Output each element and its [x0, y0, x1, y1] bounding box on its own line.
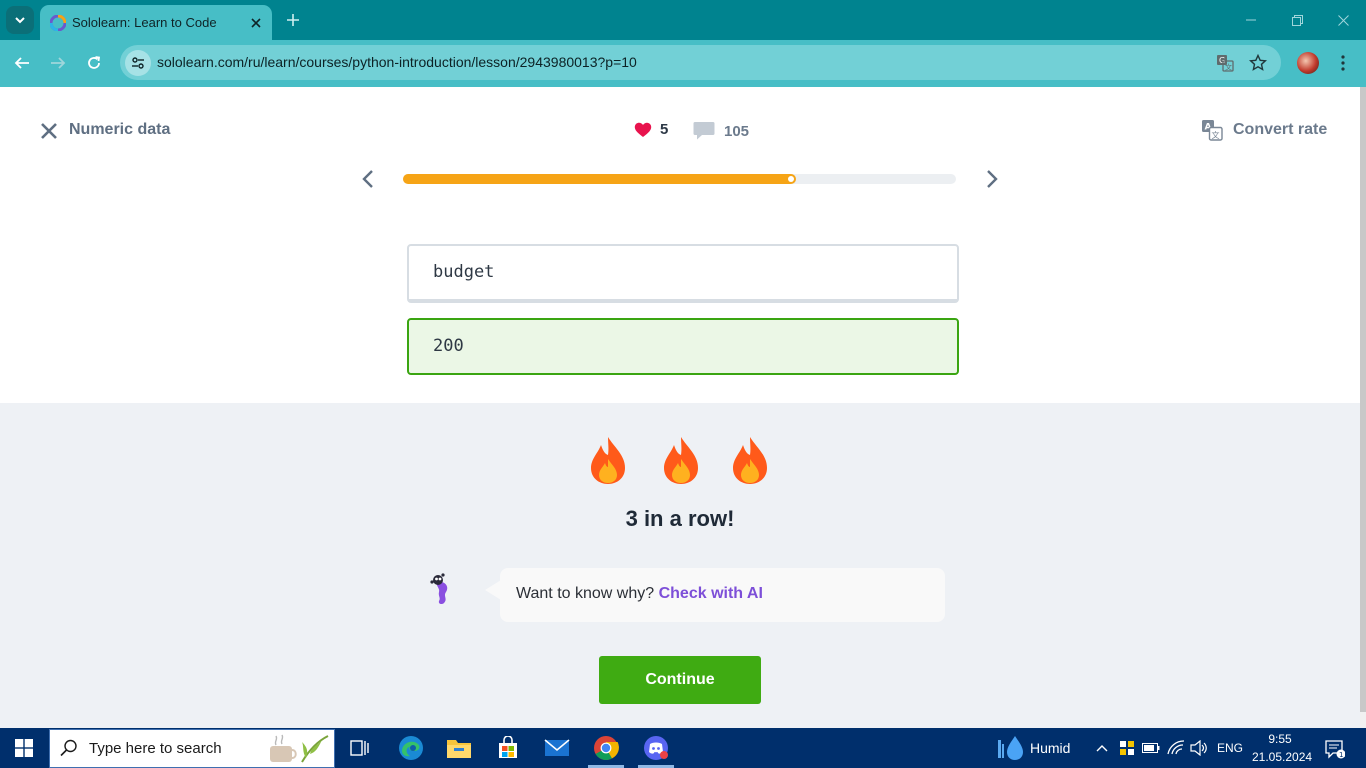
tray-overflow-button[interactable] — [1092, 738, 1112, 758]
mail-icon[interactable] — [542, 733, 572, 763]
windows-logo-icon — [15, 739, 33, 757]
continue-button[interactable]: Continue — [599, 656, 761, 704]
clock-time[interactable]: 9:55 — [1256, 732, 1304, 746]
close-window-button[interactable] — [1320, 0, 1366, 40]
new-tab-button[interactable] — [282, 9, 304, 31]
task-view-icon[interactable] — [345, 733, 375, 763]
notification-center-button[interactable]: 1 — [1322, 736, 1348, 762]
wifi-icon[interactable] — [1166, 738, 1186, 758]
profile-avatar[interactable] — [1297, 52, 1319, 74]
hearts-count: 5 — [660, 121, 669, 138]
back-button[interactable] — [8, 49, 36, 77]
check-with-ai-link[interactable]: Check with AI — [659, 585, 763, 602]
svg-text:文: 文 — [1225, 63, 1232, 72]
ai-mascot-icon — [430, 573, 448, 605]
tab-close-button[interactable] — [244, 11, 268, 35]
close-icon — [1337, 14, 1349, 26]
arrow-left-icon — [14, 57, 29, 69]
ai-hint-text: Want to know why? Check with AI — [516, 585, 763, 603]
comments-button[interactable]: 105 — [693, 121, 749, 141]
restore-icon — [1291, 14, 1303, 26]
file-explorer-icon[interactable] — [444, 733, 474, 763]
chevron-down-icon — [15, 17, 25, 24]
svg-text:文: 文 — [1212, 130, 1220, 140]
input-language[interactable]: ENG — [1217, 741, 1243, 755]
bookmark-button[interactable] — [1247, 52, 1269, 74]
store-icon[interactable] — [493, 733, 523, 763]
reload-icon — [88, 56, 101, 69]
next-step-button[interactable] — [980, 167, 1004, 191]
humidity-icon — [998, 736, 1023, 760]
code-snippet-box: budget — [407, 244, 959, 303]
translate-icon: G文 — [1217, 55, 1234, 72]
tune-icon — [132, 57, 144, 69]
forward-button[interactable] — [44, 49, 72, 77]
reload-button[interactable] — [80, 49, 108, 77]
minimize-button[interactable] — [1228, 0, 1274, 40]
arrow-right-icon — [51, 57, 66, 69]
hearts-counter: 5 — [634, 121, 668, 138]
correct-answer-box: 200 — [407, 318, 959, 375]
streak-text: 3 in a row! — [625, 506, 735, 531]
convert-rate-button[interactable]: A文 Convert rate — [1201, 119, 1327, 141]
clock-date[interactable]: 21.05.2024 — [1252, 750, 1312, 764]
flame-icon — [664, 437, 698, 484]
translate-button[interactable]: G文 — [1214, 52, 1236, 74]
lesson-progress-fill — [403, 174, 796, 184]
volume-icon[interactable] — [1189, 738, 1209, 758]
browser-tab[interactable]: Sololearn: Learn to Code — [40, 5, 272, 40]
close-lesson-button[interactable] — [38, 120, 60, 142]
discord-icon[interactable] — [641, 733, 671, 763]
lesson-progress-bar — [403, 174, 956, 184]
minimize-icon — [1246, 19, 1256, 21]
chevron-left-icon — [362, 170, 373, 188]
tab-search-button[interactable] — [6, 6, 34, 34]
browser-menu-button[interactable] — [1332, 52, 1354, 74]
lesson-progress-marker — [788, 176, 794, 182]
ai-bubble-tail — [485, 580, 501, 600]
code-text: budget — [433, 262, 495, 282]
url-text[interactable]: sololearn.com/ru/learn/courses/python-in… — [157, 54, 637, 70]
close-icon — [41, 123, 57, 139]
site-info-button[interactable] — [125, 50, 151, 76]
security-tray-icon[interactable] — [1117, 738, 1137, 758]
start-button[interactable] — [0, 728, 48, 768]
sololearn-favicon-icon — [50, 14, 66, 31]
star-icon — [1249, 54, 1267, 71]
search-placeholder: Type here to search — [89, 740, 222, 757]
battery-icon[interactable] — [1141, 738, 1161, 758]
lesson-title: Numeric data — [69, 121, 171, 138]
more-vert-icon — [1341, 55, 1345, 71]
convert-rate-label: Convert rate — [1233, 121, 1328, 138]
chrome-icon[interactable] — [591, 733, 621, 763]
close-icon — [251, 17, 261, 28]
flame-icon — [591, 437, 625, 484]
weather-text[interactable]: Humid — [1030, 740, 1070, 756]
plus-icon — [287, 14, 299, 26]
notification-icon: 1 — [1325, 740, 1345, 759]
chevron-right-icon — [987, 170, 998, 188]
answer-text: 200 — [433, 336, 464, 356]
tab-title: Sololearn: Learn to Code — [72, 15, 217, 30]
comments-count: 105 — [724, 122, 750, 140]
previous-step-button[interactable] — [356, 167, 380, 191]
comment-icon — [693, 122, 715, 140]
chevron-up-icon — [1096, 745, 1108, 752]
window-controls — [1228, 0, 1366, 40]
flame-icon — [733, 437, 767, 484]
translate-icon: A文 — [1202, 120, 1223, 141]
page-scrollbar-thumb[interactable] — [1360, 87, 1366, 712]
edge-icon[interactable] — [396, 733, 426, 763]
heart-icon — [634, 122, 652, 137]
search-highlight-tea-icon — [270, 734, 329, 763]
search-icon — [58, 736, 80, 760]
notification-count: 1 — [1339, 751, 1343, 759]
restore-button[interactable] — [1274, 0, 1320, 40]
ai-prompt-text: Want to know why? — [516, 585, 655, 602]
